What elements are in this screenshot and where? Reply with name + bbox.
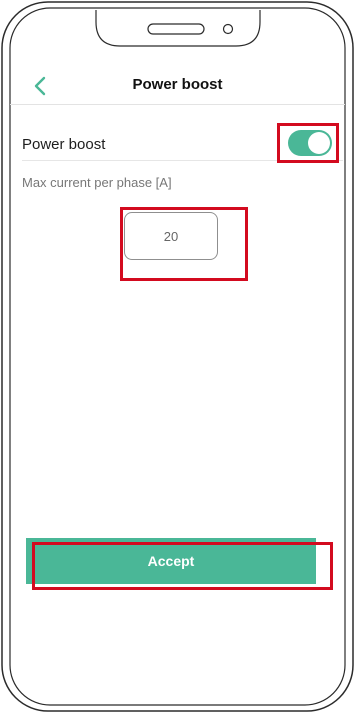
accept-button[interactable]: Accept: [26, 538, 316, 584]
screen: Power boost: [12, 10, 343, 706]
power-boost-label: Power boost: [22, 136, 106, 153]
max-current-input[interactable]: 20: [124, 212, 218, 260]
app-header: Power boost: [12, 72, 343, 104]
power-boost-row: Power boost: [22, 122, 332, 158]
page-title: Power boost: [132, 76, 223, 93]
row-divider: [22, 160, 343, 161]
power-boost-toggle[interactable]: [288, 130, 332, 156]
max-current-label: Max current per phase [A]: [22, 175, 172, 190]
toggle-knob: [308, 132, 330, 154]
header-divider: [10, 104, 345, 105]
